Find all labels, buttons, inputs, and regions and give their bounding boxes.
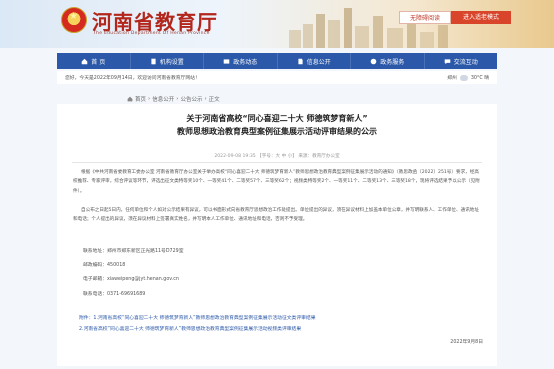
nav-item-label: 政务服务 — [380, 58, 405, 66]
nav-item-home[interactable]: 首 页 — [57, 53, 131, 69]
elder-mode-button[interactable]: 进入适老模式 — [451, 11, 511, 24]
breadcrumb-current: 正文 — [208, 97, 220, 103]
home-icon — [81, 58, 88, 64]
document-icon — [298, 58, 303, 64]
article-paragraph: 自公布之日起5日内，任何单位和个人如对公示结果有异议，可以书面形式向省教育厅思想… — [73, 208, 479, 223]
nav-item-interaction[interactable]: 交流互动 — [425, 53, 498, 69]
nav-item-label: 首 页 — [91, 58, 106, 66]
news-icon — [223, 58, 230, 64]
temperature-label: 30°C 晴 — [470, 76, 489, 81]
contact-address: 联系地址：郑州市郑东新区正光路11号D729室 — [83, 249, 184, 254]
breadcrumb-home[interactable]: 首页 — [135, 95, 146, 103]
nav-item-news[interactable]: 政务动态 — [204, 53, 278, 69]
contact-phone: 联系电话：0371-69691689 — [83, 292, 146, 297]
nav-item-label: 信息公开 — [306, 58, 331, 66]
weather-widget: 郑州 30°C 晴 — [447, 74, 489, 81]
divider — [72, 162, 482, 163]
city-label: 郑州 — [447, 76, 457, 81]
attachment-link-1[interactable]: 附件：1.河南省高校“同心喜迎二十大 师德筑梦育新人”教师思想政治教育典型案例征… — [79, 314, 316, 321]
nav-item-organization[interactable]: 机构设置 — [131, 53, 204, 69]
article-title-line2: 教师思想政治教育典型案例征集展示活动评审结果的公示 — [177, 127, 377, 136]
chat-icon — [444, 58, 451, 64]
main-nav: 首 页 机构设置 政务动态 信息公开 政务服务 交流互动 — [57, 53, 497, 69]
nav-item-label: 交流互动 — [453, 58, 478, 66]
breadcrumb: 首页 › 信息公开 › 公告公示 › 正文 — [127, 95, 220, 103]
site-header: 河南省教育厅 The Education Department Of Henan… — [0, 0, 554, 48]
breadcrumb-separator: › — [148, 96, 151, 102]
contact-email: 电子邮箱：xiaweipeng@jyt.henan.gov.cn — [83, 277, 179, 282]
nav-item-services[interactable]: 政务服务 — [351, 53, 425, 69]
nav-item-info-disclosure[interactable]: 信息公开 — [278, 53, 351, 69]
cloud-icon — [459, 74, 468, 81]
site-subtitle: The Education Department Of Henan Provin… — [93, 31, 210, 36]
breadcrumb-info-disclosure[interactable]: 信息公开 — [152, 95, 174, 103]
article-panel: 关于河南省高校“同心喜迎二十大 师德筑梦育新人” 教师思想政治教育典型案例征集展… — [57, 104, 497, 366]
article-title-line1: 关于河南省高校“同心喜迎二十大 师德筑梦育新人” — [186, 114, 368, 123]
publish-date: 2022年9月8日 — [450, 340, 483, 345]
breadcrumb-separator: › — [176, 96, 179, 102]
article-paragraph: 根据《中共河南省委教育工委办公室 河南省教育厅办公室关于举办高校“同心喜迎二十大… — [73, 170, 480, 194]
greeting-text: 您好，今天是2022年09月14日，欢迎访问河南省教育厅网站！ — [65, 76, 200, 81]
national-emblem-icon — [61, 7, 87, 33]
info-bar: 您好，今天是2022年09月14日，欢迎访问河南省教育厅网站！ 郑州 30°C … — [57, 71, 497, 84]
service-icon — [370, 58, 377, 64]
breadcrumb-announcements[interactable]: 公告公示 — [180, 95, 202, 103]
nav-item-label: 政务动态 — [233, 58, 258, 66]
attachment-link-2[interactable]: 2.河南省高校“同心喜迎二十大 师德筑梦育新人”教师思想政治教育典型案例征集展示… — [79, 325, 301, 332]
home-icon — [127, 96, 133, 102]
building-icon — [151, 58, 156, 64]
breadcrumb-separator: › — [204, 96, 207, 102]
contact-zip: 邮政编码：450018 — [83, 263, 126, 268]
accessibility-button[interactable]: 无障碍阅读 — [399, 11, 451, 24]
article-meta: 2022-09-08 19:35 【字号：大 中 小】 来源：教育厅办公室 — [214, 154, 340, 159]
nav-item-label: 机构设置 — [159, 58, 184, 66]
